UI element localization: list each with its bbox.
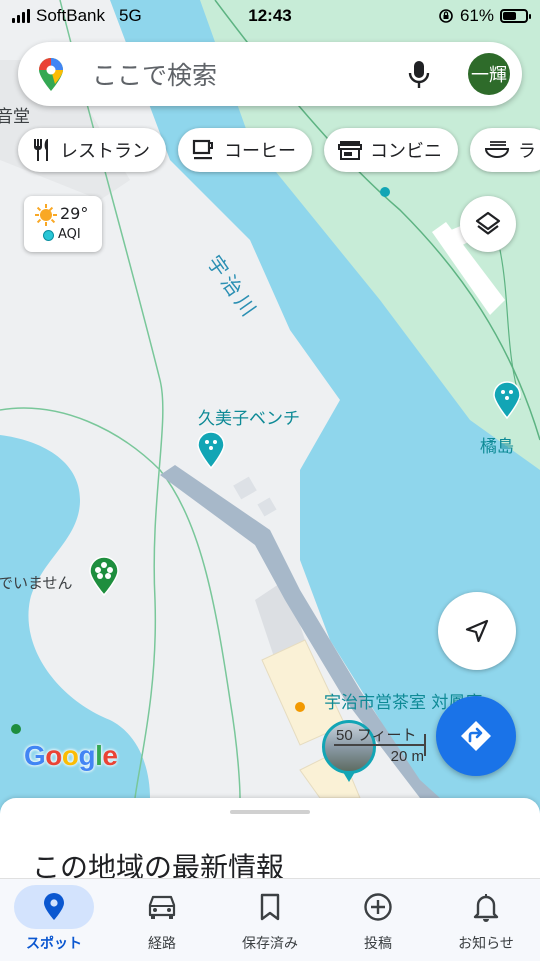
status-bar: SoftBank 5G 12:43 61% (0, 0, 540, 34)
chip-ramen[interactable]: ラ (470, 128, 540, 172)
car-icon (148, 895, 176, 919)
my-location-button[interactable] (438, 592, 516, 670)
search-bar[interactable]: 一輝 (18, 42, 522, 106)
closed-label[interactable]: でいません (0, 572, 73, 593)
scale-imperial: 50 フィート (336, 727, 417, 744)
microphone-icon[interactable] (408, 60, 430, 90)
island-label[interactable]: 橘島 (480, 432, 514, 457)
drag-handle[interactable] (230, 810, 310, 814)
battery-percent: 61% (459, 6, 494, 25)
maps-logo-icon (39, 58, 63, 91)
chip-restaurant[interactable]: レストラン (18, 128, 166, 172)
directions-button[interactable] (436, 696, 516, 776)
restaurant-icon (34, 139, 48, 161)
nav-updates[interactable]: お知らせ (432, 879, 540, 961)
scale-bar: 50 フィート 20 m (334, 722, 426, 770)
rotation-lock-icon (439, 9, 453, 23)
layers-icon (475, 211, 501, 235)
search-input[interactable] (90, 56, 394, 94)
google-logo: Google (24, 740, 118, 771)
bench-label[interactable]: 久美子ベンチ (198, 404, 300, 429)
scale-metric: 20 m (390, 748, 424, 765)
temperature: 29° (60, 204, 89, 223)
navigation-arrow-icon (465, 619, 489, 643)
aqi-label: AQI (58, 227, 81, 242)
nav-contribute[interactable]: 投稿 (324, 879, 432, 961)
flower-pin-icon[interactable] (88, 555, 120, 597)
chip-label: レストラン (60, 141, 150, 162)
store-icon (338, 141, 362, 160)
chip-label: コンビニ (370, 141, 442, 162)
ramen-icon (484, 141, 510, 158)
bench-pin-icon[interactable] (196, 430, 226, 470)
battery-icon (500, 9, 531, 23)
location-pin-icon (44, 893, 64, 920)
layers-button[interactable] (460, 196, 516, 252)
directions-icon (461, 721, 491, 751)
avatar[interactable]: 一輝 (468, 53, 510, 95)
chip-coffee[interactable]: コーヒー (178, 128, 312, 172)
street-view-pointer (343, 772, 355, 782)
add-circle-icon (364, 893, 392, 921)
bottom-navigation: スポット 経路 保存済み 投稿 お知らせ (0, 878, 540, 961)
weather-widget[interactable]: 29° AQI (24, 196, 102, 252)
nav-label: 経路 (148, 936, 176, 952)
nav-go[interactable]: 経路 (108, 879, 216, 961)
island-pin-icon[interactable] (492, 380, 522, 420)
coffee-icon (192, 139, 213, 160)
bookmark-icon (260, 893, 280, 921)
bell-icon (473, 894, 499, 922)
chip-label: コーヒー (224, 141, 296, 162)
nav-label: お知らせ (458, 936, 514, 952)
nav-label: スポット (26, 936, 82, 952)
otowa-label[interactable]: 音堂 (0, 102, 30, 127)
category-chips: レストラン コーヒー コンビニ ラ (18, 128, 540, 172)
nav-explore[interactable]: スポット (0, 879, 108, 961)
nav-saved[interactable]: 保存済み (216, 879, 324, 961)
nav-label: 投稿 (364, 936, 392, 952)
aqi-indicator (43, 230, 54, 241)
chip-convenience-store[interactable]: コンビニ (324, 128, 458, 172)
nav-label: 保存済み (242, 936, 298, 952)
chip-label: ラ (518, 141, 536, 162)
sun-icon (35, 204, 57, 226)
